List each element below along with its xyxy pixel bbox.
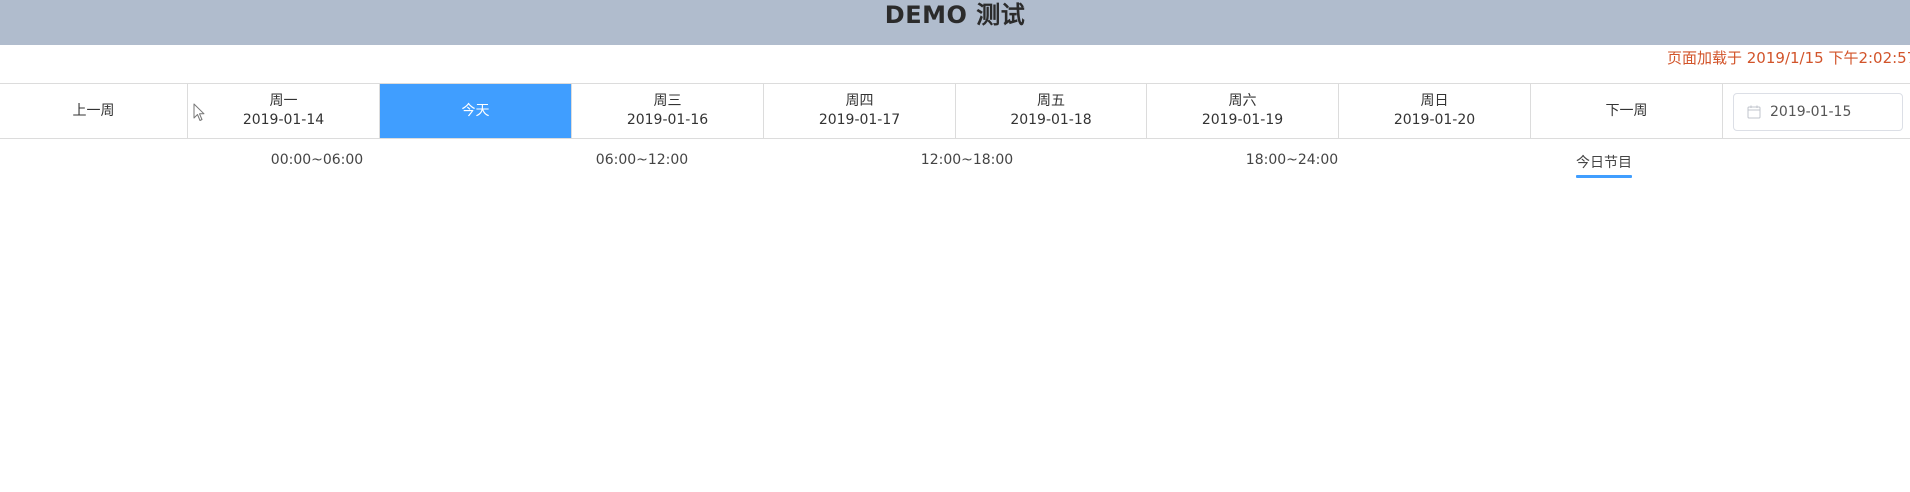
time-slot-tabs: 00:00~06:00 06:00~12:00 12:00~18:00 18:0…: [0, 140, 1910, 180]
mouse-cursor-icon: [193, 103, 205, 121]
day-weekday: 周日: [1420, 93, 1449, 109]
calendar-icon: [1746, 104, 1762, 120]
day-weekday: 周四: [845, 93, 874, 109]
page-title: DEMO 测试: [884, 1, 1026, 29]
day-friday[interactable]: 周五 2019-01-18: [956, 84, 1147, 138]
tab-18-24[interactable]: 18:00~24:00: [1246, 152, 1338, 168]
day-saturday[interactable]: 周六 2019-01-19: [1147, 84, 1339, 138]
day-weekday: 周六: [1228, 93, 1257, 109]
page-load-time: 页面加载于 2019/1/15 下午2:02:57: [1667, 49, 1910, 67]
day-date: 2019-01-16: [626, 112, 709, 128]
date-picker[interactable]: [1733, 93, 1903, 131]
week-navigation-bar: 上一周 周一 2019-01-14 今天 周三 2019-01-16 周四 20…: [0, 83, 1910, 139]
day-date: 2019-01-14: [242, 112, 325, 128]
prev-week-label: 上一周: [72, 102, 115, 119]
day-weekday: 周五: [1037, 93, 1065, 109]
day-weekday: 周三: [653, 93, 682, 109]
day-wednesday[interactable]: 周三 2019-01-16: [572, 84, 764, 138]
tab-06-12[interactable]: 06:00~12:00: [596, 152, 688, 168]
day-date: 2019-01-20: [1393, 112, 1476, 128]
tab-today-programs[interactable]: 今日节目: [1576, 152, 1632, 172]
date-input[interactable]: [1770, 104, 1880, 120]
active-tab-indicator: [1576, 175, 1632, 178]
tab-12-18[interactable]: 12:00~18:00: [921, 152, 1013, 168]
day-date: 2019-01-19: [1201, 112, 1284, 128]
day-date: 2019-01-17: [818, 112, 901, 128]
tab-00-06[interactable]: 00:00~06:00: [271, 152, 363, 168]
prev-week-button[interactable]: 上一周: [0, 84, 188, 138]
day-weekday: 周一: [269, 93, 298, 109]
day-today-label: 今天: [461, 102, 490, 119]
day-monday[interactable]: 周一 2019-01-14: [188, 84, 380, 138]
next-week-label: 下一周: [1605, 102, 1648, 119]
day-sunday[interactable]: 周日 2019-01-20: [1339, 84, 1531, 138]
day-today[interactable]: 今天: [380, 84, 572, 138]
page-header: DEMO 测试: [0, 0, 1910, 45]
day-thursday[interactable]: 周四 2019-01-17: [764, 84, 956, 138]
next-week-button[interactable]: 下一周: [1531, 84, 1723, 138]
day-date: 2019-01-18: [1010, 112, 1092, 128]
